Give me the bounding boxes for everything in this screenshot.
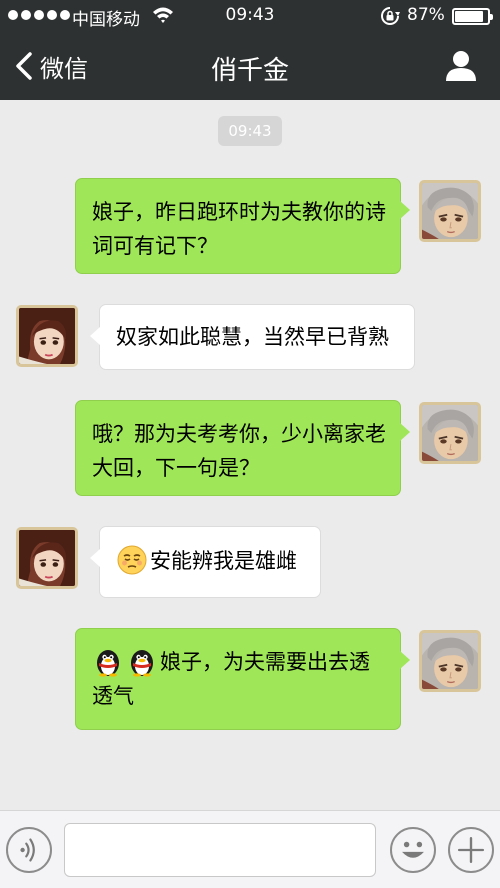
message-bubble-incoming[interactable]: 奴家如此聪慧，当然早已背熟: [90, 304, 415, 370]
rotation-lock-icon: [381, 7, 400, 25]
battery-percent: 87%: [407, 5, 445, 25]
smirk-face-emoji: [116, 544, 148, 576]
penguin-emoji: [92, 645, 124, 677]
message-bubble-outgoing[interactable]: 哦？那为夫考考你，少小离家老大回，下一句是？: [75, 400, 410, 496]
contact-avatar[interactable]: [16, 305, 78, 367]
contact-avatar[interactable]: [16, 527, 78, 589]
message-text: 娘子，昨日跑环时为夫教你的诗词可有记下？: [92, 200, 386, 258]
top-bar: 中国移动 09:43 87% 微信 俏千金: [0, 0, 500, 100]
my-avatar[interactable]: [419, 402, 481, 464]
message-bubble-outgoing[interactable]: 娘子，昨日跑环时为夫教你的诗词可有记下？: [75, 178, 410, 274]
message-input[interactable]: [64, 823, 376, 877]
message-bubble-outgoing[interactable]: 娘子，为夫需要出去透透气: [75, 628, 410, 730]
add-more-button[interactable]: [448, 827, 494, 873]
battery-icon: [452, 8, 493, 25]
plus-icon: [457, 836, 485, 864]
user-icon[interactable]: [444, 48, 478, 82]
message-bubble-incoming[interactable]: 安能辨我是雄雌: [90, 526, 321, 598]
emoji-button[interactable]: [390, 827, 436, 873]
timestamp-badge: 09:43: [218, 116, 282, 146]
chat-title: 俏千金: [210, 56, 289, 86]
input-bar: [0, 810, 500, 888]
my-avatar[interactable]: [419, 630, 481, 692]
nav-bar: 微信 俏千金: [0, 32, 500, 100]
penguin-emoji: [126, 645, 158, 677]
voice-input-button[interactable]: [6, 827, 52, 873]
status-bar: 中国移动 09:43 87%: [0, 0, 500, 32]
my-avatar[interactable]: [419, 180, 481, 242]
message-text: 哦？那为夫考考你，少小离家老大回，下一句是？: [92, 422, 386, 480]
smiley-face-icon: [402, 841, 424, 858]
message-text: 安能辨我是雄雌: [150, 549, 297, 573]
voice-icon: [20, 838, 35, 862]
message-text: 奴家如此聪慧，当然早已背熟: [116, 325, 389, 349]
